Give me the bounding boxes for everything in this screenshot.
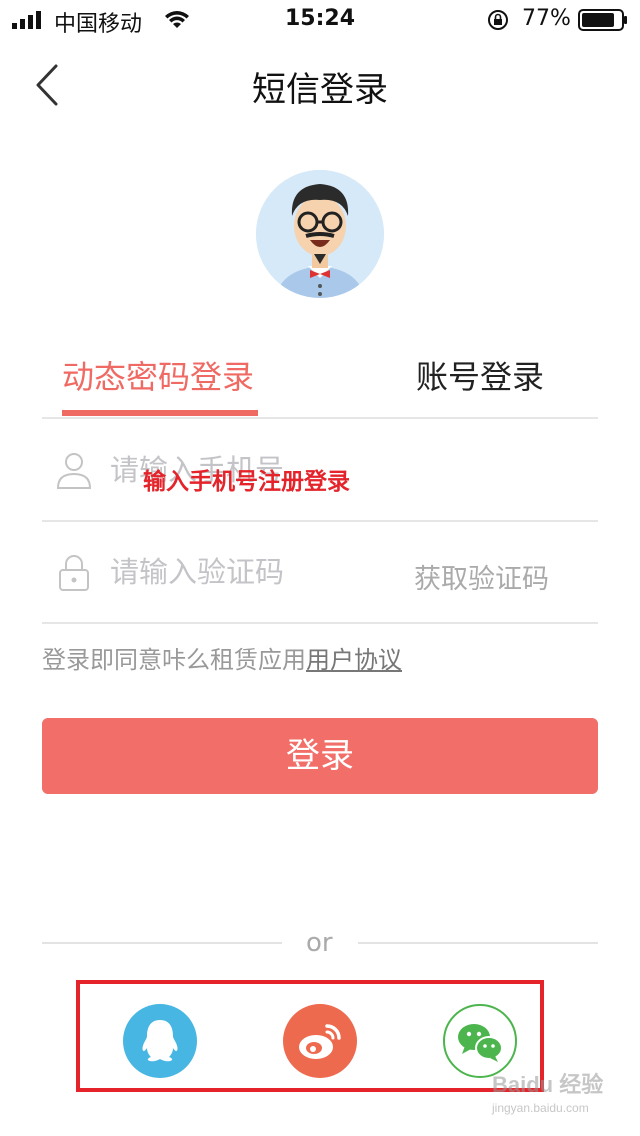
get-code-button[interactable]: 获取验证码 <box>414 557 549 596</box>
baidu-jingyan-watermark: Baidu 经验 jingyan.baidu.com <box>491 1072 603 1115</box>
rotation-lock-icon <box>488 10 508 30</box>
battery-percent: 77% <box>522 6 571 31</box>
avatar-illustration <box>256 170 384 298</box>
watermark-url: jingyan.baidu.com <box>491 1101 589 1115</box>
or-divider-right <box>358 942 598 944</box>
agreement-prefix: 登录即同意咔么租赁应用 <box>42 646 306 674</box>
login-button[interactable]: 登录 <box>42 718 598 794</box>
lock-icon <box>59 555 89 591</box>
page-title: 短信登录 <box>252 70 388 110</box>
battery-icon <box>578 9 627 31</box>
code-divider <box>42 622 598 624</box>
annotation-label: 输入手机号注册登录 <box>143 469 350 495</box>
tab-dynamic-password[interactable]: 动态密码登录 <box>62 352 254 398</box>
qq-login-button[interactable] <box>123 1004 197 1078</box>
or-divider-left <box>42 942 282 944</box>
watermark-text: Baidu 经验 <box>492 1072 603 1097</box>
user-agreement-link[interactable]: 用户协议 <box>306 646 402 674</box>
active-tab-indicator <box>62 410 258 416</box>
weibo-login-button[interactable] <box>283 1004 357 1078</box>
agreement-text: 登录即同意咔么租赁应用用户协议 <box>42 640 402 675</box>
avatar <box>256 170 384 298</box>
status-bar: 中国移动 15:24 77% <box>0 0 640 40</box>
phone-divider <box>42 520 598 522</box>
verification-code-input[interactable] <box>110 552 400 592</box>
user-icon <box>56 453 92 489</box>
qq-icon <box>142 1020 178 1062</box>
or-label: or <box>306 928 333 958</box>
tabs-divider <box>42 417 598 419</box>
weibo-icon <box>299 1024 341 1059</box>
tab-account-login[interactable]: 账号登录 <box>416 352 544 398</box>
